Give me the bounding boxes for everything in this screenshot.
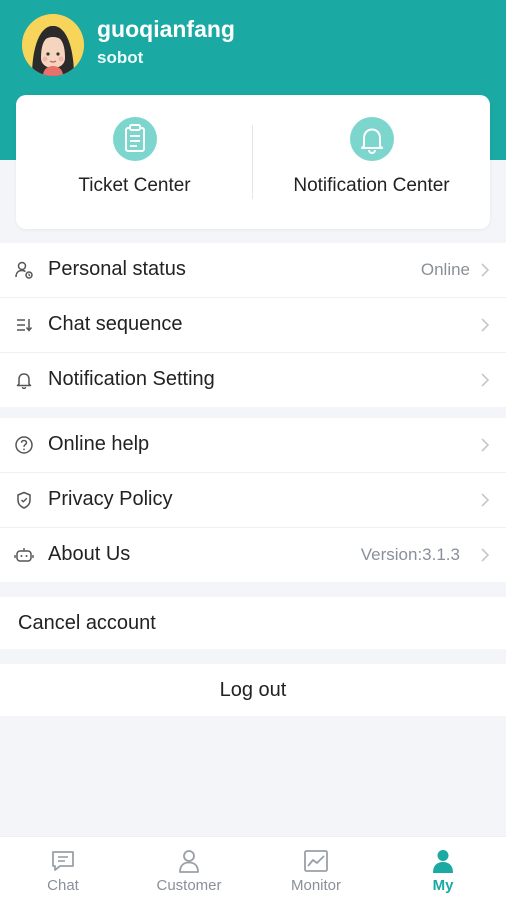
logout-label: Log out bbox=[219, 679, 287, 701]
settings-group-info: Online help Privacy Policy About Us Vers… bbox=[0, 418, 506, 582]
online-help-row[interactable]: Online help bbox=[0, 418, 506, 473]
logout-button[interactable]: Log out bbox=[0, 664, 506, 716]
chevron-right-icon bbox=[481, 438, 490, 452]
app-version: Version:3.1.3 bbox=[360, 545, 460, 564]
bell-icon bbox=[349, 117, 394, 161]
robot-icon bbox=[14, 548, 34, 562]
customer-icon bbox=[179, 850, 199, 873]
personal-status-row[interactable]: Personal status Online bbox=[0, 243, 506, 298]
user-name: guoqianfang bbox=[97, 16, 235, 42]
girl-avatar-icon bbox=[22, 14, 84, 76]
user-icon bbox=[433, 850, 453, 873]
tab-chat[interactable]: Chat bbox=[0, 837, 126, 901]
tab-monitor[interactable]: Monitor bbox=[253, 837, 379, 901]
tab-monitor-label: Monitor bbox=[290, 877, 342, 894]
clipboard-icon bbox=[112, 117, 157, 161]
notification-setting-row[interactable]: Notification Setting bbox=[0, 353, 506, 407]
chevron-right-icon bbox=[481, 493, 490, 507]
tab-chat-label: Chat bbox=[47, 877, 79, 894]
chevron-right-icon bbox=[481, 318, 490, 332]
privacy-policy-row[interactable]: Privacy Policy bbox=[0, 473, 506, 528]
settings-group-status: Personal status Online Chat sequence Not… bbox=[0, 243, 506, 407]
bottom-tab-bar: Chat Customer Monitor My bbox=[0, 836, 506, 901]
tab-customer[interactable]: Customer bbox=[126, 837, 252, 901]
person-status-icon bbox=[15, 261, 33, 279]
notification-center-button[interactable]: Notification Center bbox=[253, 95, 490, 229]
about-us-label: About Us bbox=[48, 543, 131, 565]
notification-setting-label: Notification Setting bbox=[48, 368, 215, 390]
online-help-label: Online help bbox=[48, 433, 150, 455]
chat-sequence-row[interactable]: Chat sequence bbox=[0, 298, 506, 353]
ticket-center-button[interactable]: Ticket Center bbox=[16, 95, 253, 229]
chevron-right-icon bbox=[481, 373, 490, 387]
help-circle-icon bbox=[15, 436, 33, 454]
notification-center-label: Notification Center bbox=[293, 175, 450, 196]
quick-actions-card: Ticket Center Notification Center bbox=[16, 95, 490, 229]
chat-sequence-label: Chat sequence bbox=[48, 313, 183, 335]
monitor-chart-icon bbox=[304, 850, 328, 872]
personal-status-label: Personal status bbox=[48, 258, 186, 280]
chevron-right-icon bbox=[481, 548, 490, 562]
bell-outline-icon bbox=[16, 373, 32, 390]
tab-customer-label: Customer bbox=[156, 877, 222, 894]
chat-bubble-icon bbox=[52, 851, 74, 871]
shield-icon bbox=[17, 491, 31, 509]
cancel-account-label: Cancel account bbox=[18, 612, 156, 634]
sort-list-icon bbox=[17, 319, 33, 332]
personal-status-value: Online bbox=[420, 260, 470, 279]
chevron-right-icon bbox=[481, 263, 490, 277]
tab-my[interactable]: My bbox=[380, 837, 506, 901]
tab-my-label: My bbox=[432, 877, 454, 894]
privacy-policy-label: Privacy Policy bbox=[48, 488, 173, 510]
ticket-center-label: Ticket Center bbox=[78, 175, 191, 196]
about-us-row[interactable]: About Us Version:3.1.3 bbox=[0, 528, 506, 582]
cancel-account-button[interactable]: Cancel account bbox=[0, 597, 506, 649]
avatar[interactable] bbox=[22, 14, 84, 76]
company-name: sobot bbox=[97, 48, 144, 67]
